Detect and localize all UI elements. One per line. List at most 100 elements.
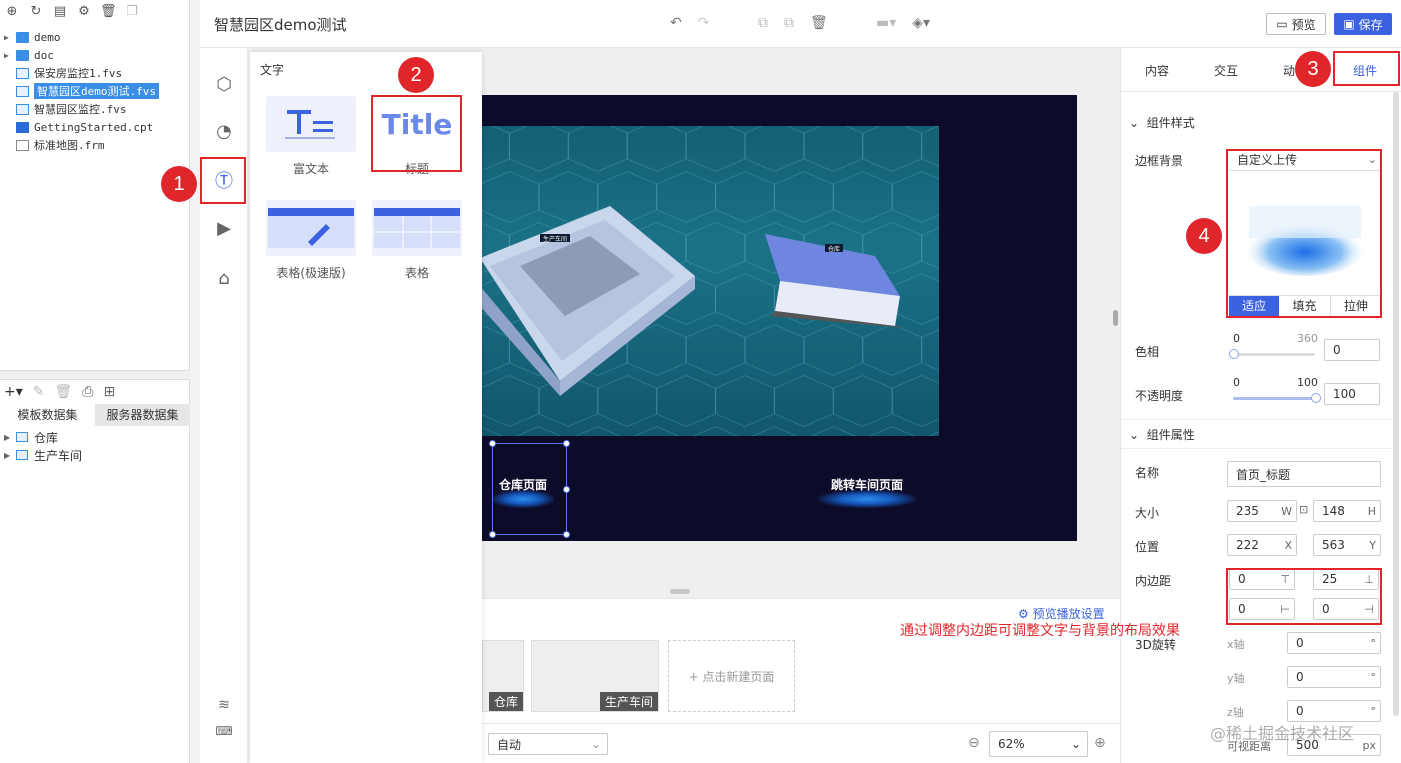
server-dataset-icon[interactable]: ⊞: [103, 384, 115, 400]
height-input[interactable]: 148 H: [1313, 500, 1381, 522]
resize-handle[interactable]: [489, 440, 496, 447]
zoom-select[interactable]: 62% ⌄: [989, 731, 1088, 757]
file-tree-label: 标准地图.frm: [34, 139, 105, 152]
settings-file-icon[interactable]: ⚙: [76, 4, 92, 20]
dataset-toolbar: +▾ ✎ 🗑 ⎙ ⊞: [4, 384, 115, 400]
bring-forward-icon[interactable]: ⧉: [758, 15, 768, 31]
resize-handle[interactable]: [563, 531, 570, 538]
layer-tools: ▬▾ ◈▾: [876, 15, 930, 31]
opacity-slider[interactable]: [1233, 397, 1315, 400]
new-file-icon[interactable]: ⊕: [4, 4, 20, 20]
fast-table-widget[interactable]: 表格(极速版): [266, 200, 356, 281]
props-section-header[interactable]: ⌄ 组件属性: [1129, 426, 1195, 443]
undo-icon[interactable]: ↶: [670, 15, 682, 31]
open-file-icon[interactable]: ▤: [52, 4, 68, 20]
highlight-title-widget: [371, 95, 462, 172]
x-input[interactable]: 222 X: [1227, 534, 1297, 556]
chart-icon[interactable]: ◔: [211, 119, 237, 145]
rich-text-widget[interactable]: 富文本: [266, 96, 356, 177]
page-thumbnail[interactable]: 仓库: [482, 640, 524, 712]
delete-icon[interactable]: 🗑: [100, 4, 117, 20]
hue-input[interactable]: 0: [1324, 339, 1380, 361]
vertical-scrollbar[interactable]: [1113, 310, 1118, 326]
3d-model-icon[interactable]: ⬡: [211, 72, 237, 98]
z-axis-input[interactable]: 0 °: [1287, 700, 1381, 722]
copy-icon[interactable]: ❐: [124, 4, 140, 20]
style-section-header[interactable]: ⌄ 组件样式: [1129, 114, 1195, 131]
panel-splitter[interactable]: [0, 370, 190, 380]
refresh-icon[interactable]: ↻: [28, 4, 44, 20]
tab-animation[interactable]: 动: [1283, 62, 1295, 79]
3d-scene[interactable]: 生产车间 仓库: [480, 126, 939, 436]
resize-handle[interactable]: [563, 440, 570, 447]
redo-icon[interactable]: ↷: [698, 15, 710, 31]
file-tree-item[interactable]: 智慧园区demo测试.fvs: [0, 82, 190, 100]
dataset-item[interactable]: ▶ 仓库: [0, 428, 190, 446]
trash-icon[interactable]: 🗑: [810, 15, 828, 31]
expand-arrow-icon[interactable]: ▶: [4, 33, 16, 42]
file-icon: [16, 121, 29, 133]
properties-scrollbar[interactable]: [1393, 92, 1399, 716]
resize-handle[interactable]: [563, 486, 570, 493]
file-tree-item[interactable]: 标准地图.frm: [0, 136, 190, 154]
tab-interaction[interactable]: 交互: [1214, 62, 1238, 79]
file-tree-label: 智慧园区监控.fvs: [34, 103, 127, 116]
x-axis-input[interactable]: 0 °: [1287, 632, 1381, 654]
file-tree-item[interactable]: 保安房监控1.fvs: [0, 64, 190, 82]
file-tree-label: doc: [34, 48, 54, 62]
watermark: @稀土掘金技术社区: [1210, 724, 1355, 743]
top-toolbar: 智慧园区demo测试 ↶ ↷ ⧉ ⧉ 🗑 ▬▾ ◈▾ ▭ 预览 ▣ 保存: [200, 0, 1401, 48]
tab-content[interactable]: 内容: [1145, 62, 1169, 79]
horizontal-scrollbar[interactable]: [670, 589, 690, 594]
preview-button[interactable]: ▭ 预览: [1266, 13, 1326, 35]
opacity-input[interactable]: 100: [1324, 383, 1380, 405]
tab-template-dataset[interactable]: 模板数据集: [0, 404, 95, 426]
selection-box[interactable]: [489, 440, 570, 538]
file-icon: [16, 139, 29, 151]
y-axis-input[interactable]: 0 °: [1287, 666, 1381, 688]
resize-handle[interactable]: [489, 531, 496, 538]
file-tree-item[interactable]: ▶ demo: [0, 28, 190, 46]
divider-strip: [190, 0, 200, 763]
table-widget[interactable]: 表格: [372, 200, 462, 281]
new-page-button[interactable]: + 点击新建页面: [668, 640, 795, 712]
add-dataset-icon[interactable]: +▾: [4, 384, 23, 400]
file-tree-item[interactable]: GettingStarted.cpt: [0, 118, 190, 136]
edit-icon[interactable]: ✎: [33, 384, 45, 400]
step-badge-1: 1: [161, 166, 197, 202]
workshop-page-button[interactable]: 跳转车间页面: [808, 454, 926, 514]
opacity-label: 不透明度: [1135, 389, 1184, 403]
page-thumbnail[interactable]: 生产车间: [531, 640, 659, 712]
table-icon: [16, 432, 28, 442]
lock-icon[interactable]: ⊡: [1299, 503, 1308, 516]
container-icon[interactable]: ⌂: [211, 266, 237, 292]
zoom-in-icon[interactable]: ⊕: [1094, 735, 1106, 751]
media-icon[interactable]: ▶: [211, 216, 237, 242]
name-input[interactable]: 首页_标题: [1227, 461, 1381, 487]
table-icon: [16, 450, 28, 460]
delete-dataset-icon[interactable]: 🗑: [55, 384, 73, 400]
step-badge-3: 3: [1295, 51, 1331, 87]
layers-panel-icon[interactable]: ≋: [211, 692, 237, 718]
opacity-slider-knob[interactable]: [1311, 393, 1321, 403]
tab-server-dataset[interactable]: 服务器数据集: [95, 404, 190, 426]
dataset-item[interactable]: ▶ 生产车间: [0, 446, 190, 464]
save-button[interactable]: ▣ 保存: [1334, 13, 1392, 35]
width-input[interactable]: 235 W: [1227, 500, 1297, 522]
send-backward-icon[interactable]: ⧉: [784, 15, 794, 31]
file-tree-item[interactable]: ▶ doc: [0, 46, 190, 64]
hue-slider[interactable]: [1233, 353, 1315, 356]
preview-dataset-icon[interactable]: ⎙: [82, 384, 93, 400]
keyboard-icon[interactable]: ⌨: [211, 718, 237, 744]
highlight-padding: [1226, 568, 1382, 625]
align-icon[interactable]: ▬▾: [876, 15, 896, 31]
expand-arrow-icon[interactable]: ▶: [4, 51, 16, 60]
auto-select[interactable]: 自动 ⌄: [488, 733, 608, 755]
save-icon: ▣: [1343, 17, 1355, 31]
file-tree-item[interactable]: 智慧园区监控.fvs: [0, 100, 190, 118]
y-input[interactable]: 563 Y: [1313, 534, 1381, 556]
zoom-out-icon[interactable]: ⊖: [968, 735, 980, 751]
hue-slider-knob[interactable]: [1229, 349, 1239, 359]
highlight-component-tab: [1333, 51, 1400, 86]
layers-icon[interactable]: ◈▾: [912, 15, 930, 31]
